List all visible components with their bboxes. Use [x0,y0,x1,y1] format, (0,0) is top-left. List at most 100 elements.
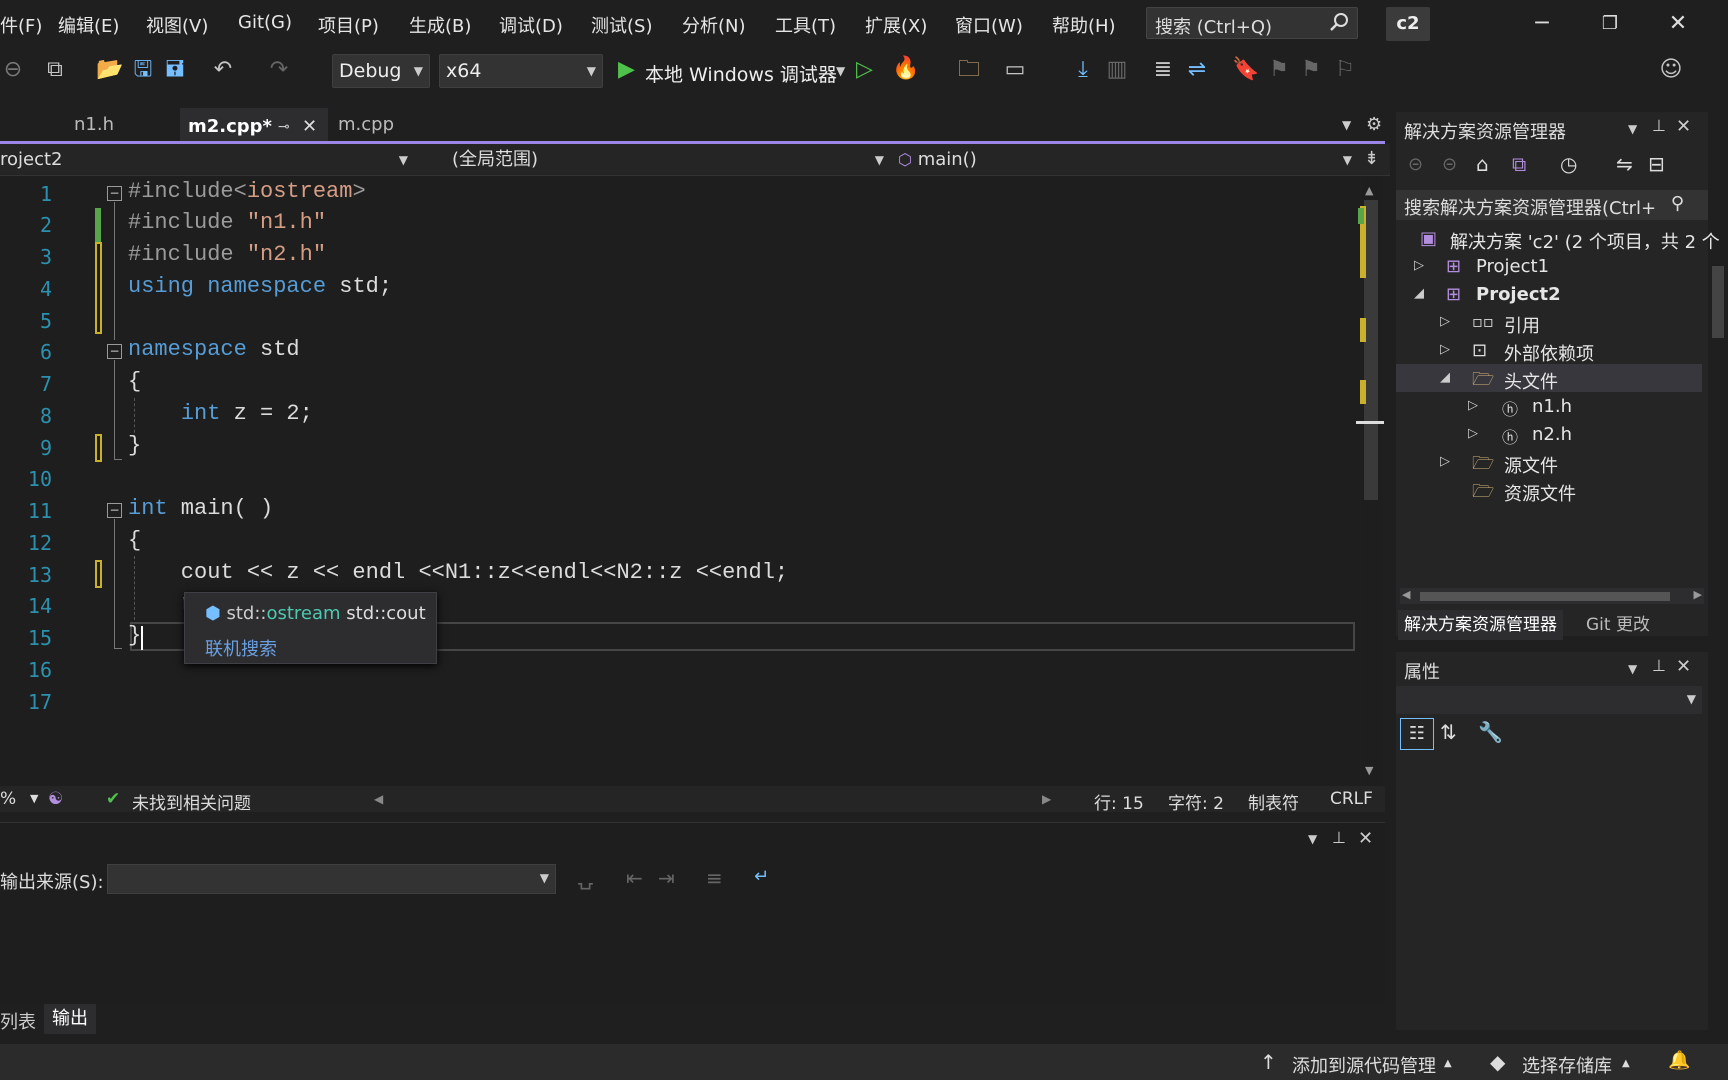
switch-view-icon[interactable]: ⧉ [1512,152,1526,176]
pin-icon[interactable]: ⊥ [1652,116,1666,135]
close-window-button[interactable]: ✕ [1658,8,1698,40]
indent-icon[interactable]: ≣ [1150,57,1176,83]
tree-item-external-deps[interactable]: 外部依赖项 [1504,340,1594,366]
collapse-icon[interactable]: − [107,503,122,518]
copilot-icon[interactable]: ☯ [48,789,63,809]
tree-item-n2h[interactable]: n2.h [1532,424,1572,445]
menu-view[interactable]: 视图(V) [146,12,208,38]
scroll-down-icon[interactable]: ▼ [1365,764,1373,777]
feedback-icon[interactable]: ☺ [1658,57,1684,83]
tab-n1h[interactable]: n1.h [66,108,176,142]
tree-item-solution[interactable]: 解决方案 'c2' (2 个项目，共 2 个 [1450,228,1720,254]
new-project-icon[interactable]: ⧉ [42,57,68,83]
solution-search-box[interactable]: 搜索解决方案资源管理器(Ctrl+ ⚲ [1396,190,1708,220]
menu-file[interactable]: 件(F) [0,12,42,38]
online-search-link[interactable]: 联机搜索 [205,635,277,661]
tree-item-source-files[interactable]: 源文件 [1504,452,1558,478]
tab-git-changes[interactable]: Git 更改 [1586,610,1650,640]
undo-icon[interactable]: ↶ [210,57,236,83]
close-panel-icon[interactable]: ✕ [1676,116,1691,137]
tree-item-project2[interactable]: Project2 [1476,284,1561,305]
scroll-left-icon[interactable]: ◀ [1402,588,1410,601]
outer-scroll-thumb[interactable] [1712,266,1724,338]
nav-forward-icon[interactable]: ⊖ [0,57,26,83]
history-icon[interactable]: ◷ [1560,152,1577,176]
step-disabled-icon[interactable]: ▥ [1104,57,1130,83]
platform-dropdown[interactable]: x64 ▼ [439,54,603,88]
gear-icon[interactable]: ⚙ [1366,114,1382,135]
properties-object-dropdown[interactable]: ▼ [1396,686,1702,714]
tree-item-header-files[interactable]: 头文件 [1504,368,1558,394]
line-indicator[interactable]: 行: 15 [1094,789,1144,814]
save-all-icon[interactable]: 🖬 [162,57,188,83]
menu-analyze[interactable]: 分析(N) [682,12,746,38]
scope-dropdown[interactable]: (全局范围) ▼ [452,145,884,175]
code-editor[interactable] [0,176,1360,786]
layout-icon[interactable]: ▭ [1002,57,1028,83]
close-tab-icon[interactable]: ✕ [302,110,317,144]
tree-item-n1h[interactable]: n1.h [1532,396,1572,417]
prev-message-icon[interactable]: ⇤ [626,866,643,890]
tabs-indicator[interactable]: 制表符 [1248,789,1299,814]
project-dropdown[interactable]: roject2 ▼ [0,145,414,175]
config-dropdown[interactable]: Debug ▼ [332,54,430,88]
collapse-icon[interactable]: − [107,186,122,201]
expand-icon[interactable]: ▷ [1440,342,1450,357]
output-source-dropdown[interactable]: ▼ [107,864,556,894]
chevron-down-icon[interactable]: ▼ [1308,832,1317,846]
word-wrap-icon[interactable]: ↵ [754,866,769,887]
tree-item-references[interactable]: 引用 [1504,312,1540,338]
next-message-icon[interactable]: ⇥ [658,866,675,890]
redo-icon[interactable]: ↷ [266,57,292,83]
collapse-all-icon[interactable]: ⊟ [1648,152,1665,176]
scroll-right-icon[interactable]: ▶ [1042,792,1051,806]
collapse-icon[interactable]: ◢ [1414,286,1424,301]
collapse-icon[interactable]: − [107,344,122,359]
alphabetical-icon[interactable]: ⇅ [1440,720,1457,744]
step-icon[interactable]: ⤓ [1070,57,1096,83]
expand-icon[interactable]: ▷ [1440,314,1450,329]
close-panel-icon[interactable]: ✕ [1676,656,1691,677]
tab-solution-explorer[interactable]: 解决方案资源管理器 [1398,610,1563,640]
scroll-left-icon[interactable]: ◀ [374,792,383,806]
chevron-down-icon[interactable]: ▼ [836,64,845,78]
scroll-up-icon[interactable]: ▲ [1365,184,1373,197]
outdent-icon[interactable]: ⇌ [1184,57,1210,83]
expand-icon[interactable]: ▷ [1468,426,1478,441]
tab-m2cpp[interactable]: m2.cpp* ⊸ ✕ [180,108,328,142]
debugger-label[interactable]: 本地 Windows 调试器 [645,60,837,87]
split-icon[interactable]: ⇟ [1364,148,1379,169]
search-box[interactable]: 搜索 (Ctrl+Q) [1146,7,1358,39]
bookmark-icon[interactable]: 🔖 [1232,57,1259,83]
issues-status[interactable]: 未找到相关问题 [132,789,251,814]
menu-build[interactable]: 生成(B) [409,12,471,38]
zoom-level[interactable]: % [0,789,16,809]
menu-test[interactable]: 测试(S) [591,12,652,38]
home-icon[interactable]: ⌂ [1476,152,1489,176]
save-icon[interactable]: 🖫 [130,57,156,83]
menu-help[interactable]: 帮助(H) [1052,12,1116,38]
menu-project[interactable]: 项目(P) [318,12,379,38]
start-without-debug-icon[interactable]: ▷ [856,57,873,82]
notification-bell-icon[interactable]: 🔔 [1668,1050,1690,1071]
expand-icon[interactable]: ▷ [1440,454,1450,469]
tree-item-resource-files[interactable]: 资源文件 [1504,480,1576,506]
sync-icon[interactable]: ⇋ [1616,152,1633,176]
chevron-down-icon[interactable]: ▼ [30,792,38,805]
menu-tools[interactable]: 工具(T) [775,12,836,38]
bookmark-next-icon[interactable]: ⚑ [1298,57,1324,83]
select-repo-button[interactable]: 选择存储库 [1522,1052,1612,1078]
add-source-control-button[interactable]: 添加到源代码管理 [1292,1052,1436,1078]
tree-item-project1[interactable]: Project1 [1476,256,1549,277]
eol-indicator[interactable]: CRLF [1330,789,1373,809]
start-debug-icon[interactable]: ▶ [618,57,635,82]
clear-all-icon[interactable]: ≡ [706,866,723,890]
char-indicator[interactable]: 字符: 2 [1168,789,1224,814]
tab-mcpp[interactable]: m.cpp [330,108,440,142]
back-icon[interactable]: ⊝ [1408,154,1423,175]
bookmark-clear-icon[interactable]: ⚐ [1332,57,1358,83]
find-message-icon[interactable]: ⍽ [578,866,593,890]
open-folder-icon[interactable]: 📂 [96,57,123,83]
hot-reload-icon[interactable]: 🔥 [892,56,919,81]
tree-hscrollbar[interactable]: ◀ ▶ [1400,588,1704,604]
